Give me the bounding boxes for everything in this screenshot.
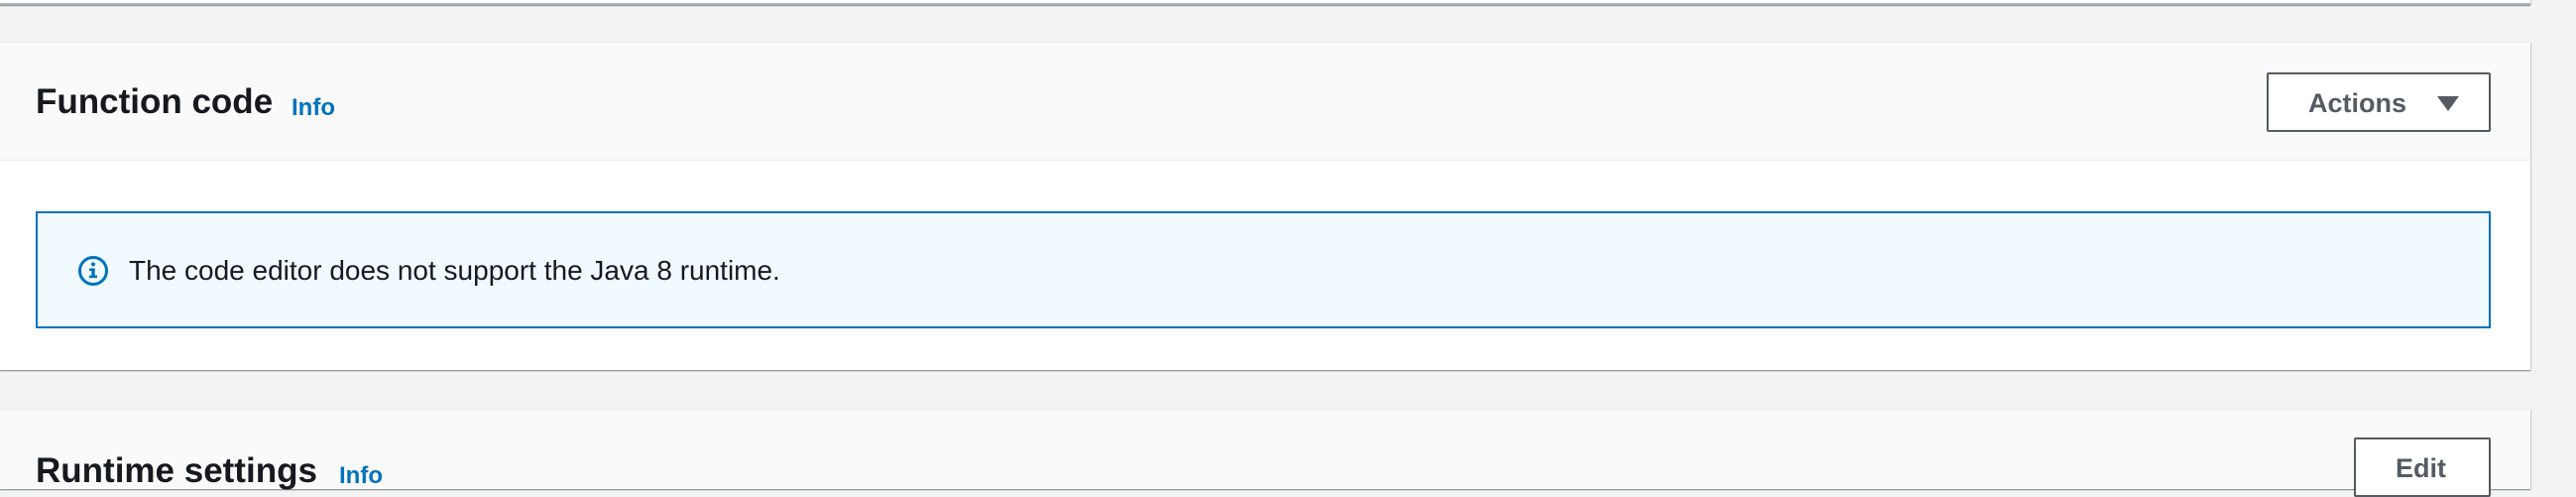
info-circle-icon <box>78 256 108 286</box>
edit-button[interactable]: Edit <box>2354 437 2491 497</box>
runtime-settings-header: Runtime settings Info Edit <box>0 410 2530 497</box>
function-code-panel: Function code Info Actions The code edit… <box>0 42 2530 370</box>
actions-button[interactable]: Actions <box>2267 72 2491 132</box>
alert-message: The code editor does not support the Jav… <box>129 255 780 286</box>
runtime-settings-panel: Runtime settings Info Edit <box>0 409 2530 497</box>
function-code-title: Function code <box>36 82 274 121</box>
function-code-info-link[interactable]: Info <box>292 93 335 123</box>
function-code-header: Function code Info Actions <box>0 43 2530 161</box>
info-alert: The code editor does not support the Jav… <box>36 211 2491 328</box>
edit-button-label: Edit <box>2396 453 2446 483</box>
actions-button-label: Actions <box>2308 88 2407 118</box>
caret-down-icon <box>2437 96 2459 111</box>
runtime-settings-info-link[interactable]: Info <box>339 461 383 491</box>
runtime-settings-title: Runtime settings <box>36 451 317 490</box>
previous-panel-bottom <box>0 0 2530 5</box>
